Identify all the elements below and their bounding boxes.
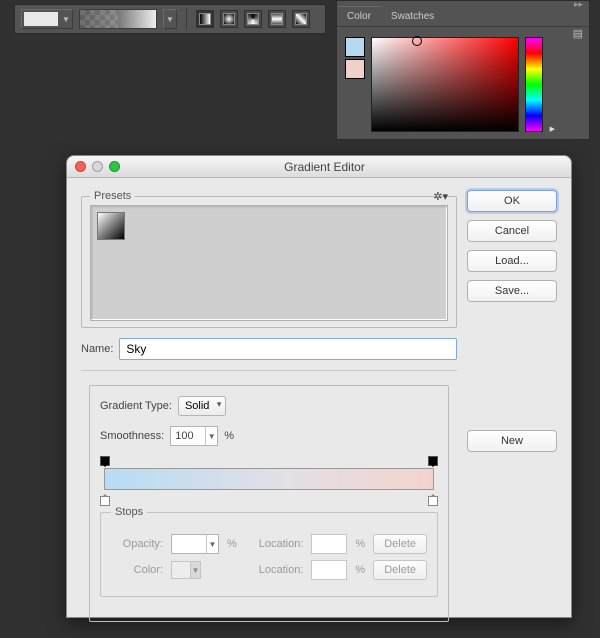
stops-legend: Stops xyxy=(111,506,147,518)
smoothness-label: Smoothness: xyxy=(100,430,164,442)
opacity-stop-start[interactable] xyxy=(100,456,110,466)
percent-sign: % xyxy=(355,564,365,576)
load-button[interactable]: Load... xyxy=(467,250,557,272)
presets-legend: Presets xyxy=(94,190,131,202)
dialog-title: Gradient Editor xyxy=(86,160,563,174)
opacity-location-label: Location: xyxy=(259,538,304,550)
name-input[interactable] xyxy=(119,338,457,360)
opacity-location-input[interactable] xyxy=(311,534,347,554)
hue-indicator-icon: ▶ xyxy=(550,125,555,133)
stops-fieldset: Stops Opacity: ▼ % Location: % Delete Co… xyxy=(100,506,438,597)
reflected-gradient-icon xyxy=(271,13,283,25)
delete-color-stop-button[interactable]: Delete xyxy=(373,560,427,580)
gradient-mode-linear[interactable] xyxy=(196,10,214,28)
saturation-field[interactable] xyxy=(371,37,519,132)
gradient-type-select[interactable]: Solid xyxy=(178,396,226,416)
background-swatch[interactable] xyxy=(345,59,365,79)
fill-swatch-dropdown[interactable]: ▼ xyxy=(21,9,73,29)
opacity-input[interactable]: ▼ xyxy=(171,534,219,554)
fill-swatch xyxy=(24,12,58,26)
opacity-label: Opacity: xyxy=(111,538,163,550)
gradient-editor-dialog: Gradient Editor Presets ✲▾ Name: xyxy=(66,155,572,618)
smoothness-input[interactable]: 100 ▼ xyxy=(170,426,218,446)
tab-color[interactable]: Color xyxy=(337,6,381,26)
separator xyxy=(186,8,187,30)
gradient-mode-diamond[interactable] xyxy=(292,10,310,28)
color-label: Color: xyxy=(111,564,163,576)
opacity-stop-end[interactable] xyxy=(428,456,438,466)
name-label: Name: xyxy=(81,343,113,355)
preset-thumb[interactable] xyxy=(97,212,125,240)
radial-gradient-icon xyxy=(223,13,235,25)
foreground-swatch[interactable] xyxy=(345,37,365,57)
color-marker[interactable] xyxy=(412,36,422,46)
gradient-mode-reflected[interactable] xyxy=(268,10,286,28)
color-stop-start[interactable] xyxy=(100,494,110,506)
color-location-input[interactable] xyxy=(311,560,347,580)
gradient-mode-angle[interactable] xyxy=(244,10,262,28)
options-bar: ▼ ▼ xyxy=(14,4,326,34)
gradient-type-label: Gradient Type: xyxy=(100,400,172,412)
panel-menu-icon[interactable]: ▤ xyxy=(573,27,583,40)
color-location-label: Location: xyxy=(259,564,304,576)
gradient-picker-dropdown[interactable]: ▼ xyxy=(163,9,177,29)
ok-button[interactable]: OK xyxy=(467,190,557,212)
gradient-bar[interactable] xyxy=(104,468,434,490)
titlebar[interactable]: Gradient Editor xyxy=(67,156,571,178)
close-icon[interactable] xyxy=(75,161,86,172)
chevron-down-icon: ▼ xyxy=(60,10,72,28)
chevron-down-icon[interactable]: ▼ xyxy=(205,427,217,445)
percent-sign: % xyxy=(224,430,234,442)
gradient-picker[interactable] xyxy=(79,9,157,29)
panel-tabs: Color Swatches xyxy=(337,7,589,27)
gear-icon[interactable]: ✲▾ xyxy=(433,190,448,203)
diamond-gradient-icon xyxy=(295,13,307,25)
angle-gradient-icon xyxy=(247,13,259,25)
gradient-ramp[interactable] xyxy=(100,456,438,506)
tab-swatches[interactable]: Swatches xyxy=(381,7,444,26)
color-panel: ▸▸ Color Swatches ▤ ▶ xyxy=(336,0,590,140)
new-button[interactable]: New xyxy=(467,430,557,452)
save-button[interactable]: Save... xyxy=(467,280,557,302)
color-stop-end[interactable] xyxy=(428,494,438,506)
gradient-mode-radial[interactable] xyxy=(220,10,238,28)
chevron-down-icon: ▼ xyxy=(164,10,176,28)
percent-sign: % xyxy=(227,538,237,550)
linear-gradient-icon xyxy=(199,13,211,25)
delete-opacity-stop-button[interactable]: Delete xyxy=(373,534,427,554)
presets-fieldset: Presets ✲▾ xyxy=(81,190,457,328)
hue-slider[interactable] xyxy=(525,37,543,132)
percent-sign: % xyxy=(355,538,365,550)
presets-list[interactable] xyxy=(90,205,448,321)
cancel-button[interactable]: Cancel xyxy=(467,220,557,242)
stop-color-well[interactable]: ▼ xyxy=(171,561,201,579)
